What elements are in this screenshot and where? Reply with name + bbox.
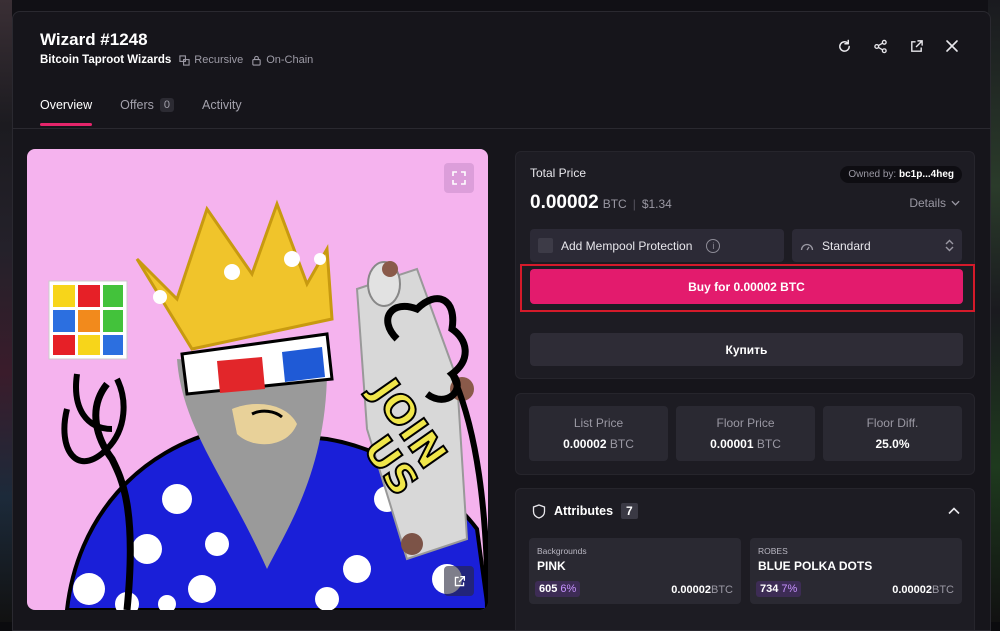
floor-diff-value: 25.0% [823,437,962,451]
attribute-category: ROBES [758,546,788,556]
mempool-checkbox[interactable] [538,238,553,253]
lock-icon [251,55,262,66]
attribute-card[interactable]: ROBES BLUE POLKA DOTS 734 7% 0.00002BTC [750,538,962,604]
kupit-button[interactable]: Купить [530,333,963,366]
chevron-down-icon [951,200,960,206]
close-icon[interactable] [944,38,960,54]
header-actions [836,38,960,54]
price-amount: 0.00002 [530,192,599,214]
attribute-count: 605 6% [535,581,580,597]
external-link-icon[interactable] [908,38,924,54]
recursive-icon [179,55,190,66]
offers-count-badge: 0 [160,98,174,112]
tab-offers[interactable]: Offers 0 [120,98,174,124]
price-separator: | [633,197,636,211]
shield-icon [532,504,546,519]
collection-link[interactable]: Bitcoin Taproot Wizards [40,54,171,66]
tab-activity[interactable]: Activity [202,98,242,124]
attributes-panel: Attributes 7 Backgrounds PINK 605 6% 0.0… [515,488,975,631]
price-stats-panel: List Price 0.00002 BTC Floor Price 0.000… [515,393,975,475]
attribute-price: 0.00002BTC [892,584,954,596]
tab-overview-label: Overview [40,98,92,112]
owner-badge[interactable]: Owned by: bc1p...4heg [840,166,962,183]
tab-activity-label: Activity [202,98,242,112]
attributes-header[interactable]: Attributes 7 [532,503,638,519]
list-price-label: List Price [529,416,668,430]
floor-diff-card: Floor Diff. 25.0% [823,406,962,461]
price-usd: $1.34 [642,197,672,211]
attribute-count: 734 7% [756,581,801,597]
floor-price-value: 0.00001 BTC [676,437,815,451]
item-subtitle: Bitcoin Taproot Wizards Recursive On-Cha… [40,54,313,66]
wizard-illustration: JOIN US [27,149,488,610]
tab-divider [13,128,990,129]
onchain-tag: On-Chain [251,54,313,66]
recursive-label: Recursive [194,54,243,66]
mempool-protection-option[interactable]: Add Mempool Protection i [530,229,784,262]
share-icon[interactable] [872,38,888,54]
price-unit: BTC [603,197,627,211]
attributes-title: Attributes [554,504,613,518]
list-price-card: List Price 0.00002 BTC [529,406,668,461]
chevron-up-icon[interactable] [948,507,960,515]
total-price-label: Total Price [530,166,586,180]
attribute-price: 0.00002BTC [671,584,733,596]
attributes-count: 7 [621,503,638,519]
external-link-icon [453,575,466,588]
nft-artwork[interactable]: JOIN US [27,149,488,610]
floor-diff-label: Floor Diff. [823,416,962,430]
expand-icon [452,171,466,185]
floor-price-label: Floor Price [676,416,815,430]
buy-button[interactable]: Buy for 0.00002 BTC [530,269,963,304]
onchain-label: On-Chain [266,54,313,66]
purchase-panel: Total Price Owned by: bc1p...4heg 0.0000… [515,151,975,379]
fee-label: Standard [822,239,871,253]
tab-offers-label: Offers [120,98,154,112]
tab-bar: Overview Offers 0 Activity [40,98,242,124]
chevron-updown-icon [945,239,954,252]
attribute-name: BLUE POLKA DOTS [758,559,872,573]
gauge-icon [800,240,814,252]
backdrop-left-strip [0,0,12,622]
list-price-value: 0.00002 BTC [529,437,668,451]
details-label: Details [909,196,946,210]
attribute-name: PINK [537,559,566,573]
item-title: Wizard #1248 [40,30,148,50]
refresh-icon[interactable] [836,38,852,54]
price-row: 0.00002 BTC | $1.34 [530,192,672,214]
mempool-label: Add Mempool Protection [561,239,692,253]
item-modal: Wizard #1248 Bitcoin Taproot Wizards Rec… [12,11,991,631]
details-toggle[interactable]: Details [909,196,960,210]
attribute-card[interactable]: Backgrounds PINK 605 6% 0.00002BTC [529,538,741,604]
owner-address: bc1p...4heg [899,169,954,180]
fee-rate-select[interactable]: Standard [792,229,962,262]
recursive-tag: Recursive [179,54,243,66]
attribute-category: Backgrounds [537,546,587,556]
tab-overview[interactable]: Overview [40,98,92,124]
open-artwork-button[interactable] [444,566,474,596]
info-icon[interactable]: i [706,239,720,253]
fullscreen-button[interactable] [444,163,474,193]
owned-by-label: Owned by: [848,169,896,180]
floor-price-card: Floor Price 0.00001 BTC [676,406,815,461]
